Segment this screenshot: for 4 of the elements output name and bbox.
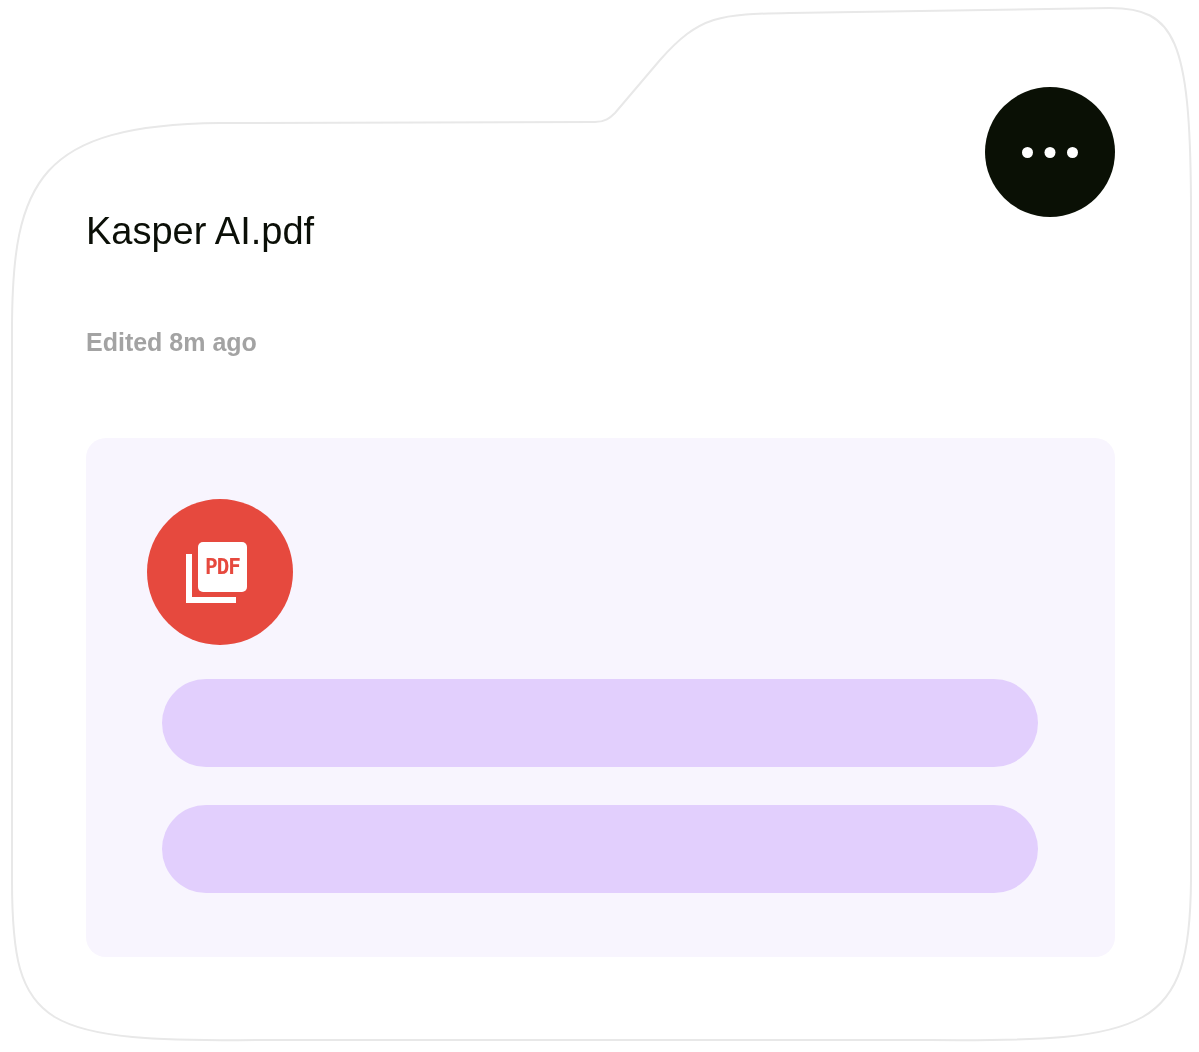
file-type-label: PDF: [198, 541, 247, 592]
file-name: Kasper AI.pdf: [86, 209, 315, 254]
ellipsis-icon: [1022, 146, 1078, 158]
edited-time: Edited 8m ago: [86, 327, 258, 357]
